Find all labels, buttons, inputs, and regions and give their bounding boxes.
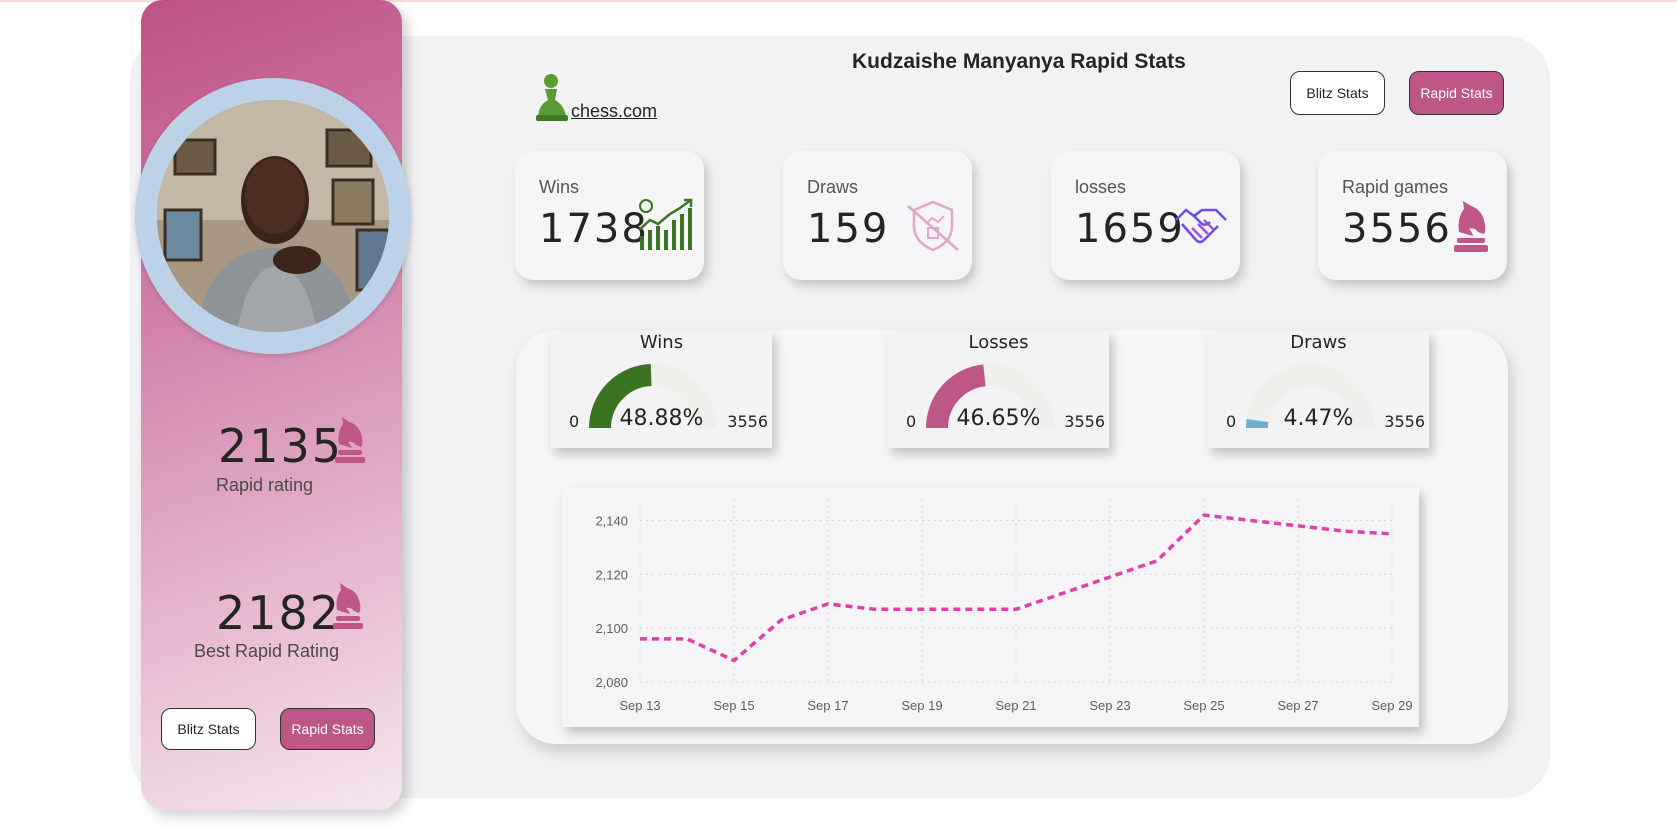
rating-line-chart-card: 2,080 2,100 2,120 2,140 Sep 13 Sep 15 Sep 17 Se… [562,487,1419,727]
y-tick-label: 2,080 [595,675,628,690]
gauge-title: Draws [1290,332,1347,353]
avatar-ring [135,78,411,354]
x-tick-label: Sep 21 [995,698,1036,713]
gauge-max: 3556 [1384,412,1425,431]
gauge-card-draws: Draws 0 4.47% 3556 [1208,332,1429,448]
page-title: Kudzaishe Manyanya Rapid Stats [852,50,1186,73]
kpi-value: 3556 [1342,206,1452,252]
gauge-card-losses: Losses 0 46.65% 3556 [888,332,1109,448]
chess-knight-icon [333,583,363,629]
chess-com-link[interactable]: chess.com [571,101,657,122]
x-tick-label: Sep 25 [1183,698,1224,713]
header-rapid-stats-button[interactable]: Rapid Stats [1409,71,1504,115]
y-tick-label: 2,140 [595,513,628,528]
rapid-rating-label: Rapid rating [216,475,314,495]
x-tick-label: Sep 15 [713,698,754,713]
kpi-label: losses [1075,177,1127,197]
x-tick-label: Sep 13 [619,698,660,713]
rapid-rating-value: 2135 [218,419,344,473]
shield-draw-icon [907,200,959,252]
rating-line-chart: 2,080 2,100 2,120 2,140 Sep 13 Sep 15 Sep 17 Se… [595,499,1413,713]
kpi-label: Draws [807,177,859,197]
x-tick-label: Sep 19 [901,698,942,713]
kpi-label: Wins [539,177,579,197]
x-tick-label: Sep 17 [807,698,848,713]
handshake-icon [1175,208,1227,244]
chess-knight-icon [1454,201,1488,252]
best-rating-label: Best Rapid Rating [194,641,340,661]
gauge-max: 3556 [1064,412,1105,431]
gauge-max: 3556 [727,412,768,431]
chart-growth-icon [638,198,693,250]
y-tick-label: 2,120 [595,567,628,582]
kpi-card-wins: Wins 1738 [515,151,704,280]
x-tick-label: Sep 27 [1277,698,1318,713]
kpi-card-rapid-games: Rapid games 3556 [1318,151,1507,280]
chess-pawn-logo-icon [536,74,568,121]
kpi-label: Rapid games [1342,177,1449,197]
gauge-card-wins: Wins 0 48.88% 3556 [551,332,772,448]
x-tick-label: Sep 23 [1089,698,1130,713]
kpi-value: 1659 [1075,206,1185,252]
kpi-value: 1738 [539,206,649,252]
kpi-card-draws: Draws 159 [783,151,972,280]
gauge-title: Losses [968,332,1029,353]
y-tick-label: 2,100 [595,621,628,636]
best-rating-value: 2182 [216,586,342,640]
sidebar-blitz-stats-button[interactable]: Blitz Stats [161,708,256,750]
kpi-card-losses: losses 1659 [1051,151,1240,280]
sidebar-rapid-stats-button[interactable]: Rapid Stats [280,708,375,750]
x-tick-label: Sep 29 [1371,698,1412,713]
kpi-value: 159 [807,206,890,252]
profile-photo [157,100,389,332]
header-blitz-stats-button[interactable]: Blitz Stats [1290,71,1385,115]
chess-knight-icon [335,417,365,463]
avatar [157,100,389,332]
gauge-title: Wins [639,332,684,353]
